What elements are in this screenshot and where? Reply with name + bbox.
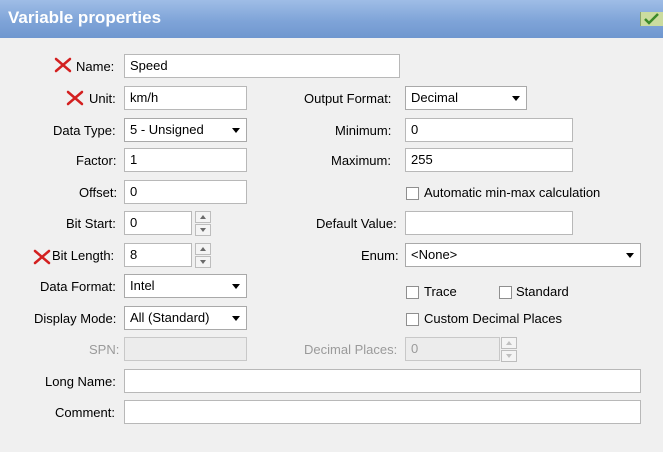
data-format-select[interactable]: Intel [124,274,247,298]
data-format-value: Intel [130,278,155,293]
factor-label: Factor: [76,153,117,168]
auto-minmax-checkbox[interactable] [406,187,419,200]
unit-label: Unit: [89,91,116,106]
output-format-select[interactable]: Decimal [405,86,527,110]
chevron-down-icon [626,253,634,258]
bit-length-input[interactable]: 8 [124,243,192,267]
red-x-icon [54,57,72,73]
chevron-down-icon [232,284,240,289]
offset-input[interactable]: 0 [124,180,247,204]
red-x-icon [33,249,51,265]
trace-label: Trace [424,284,457,299]
trace-checkbox[interactable] [406,286,419,299]
stepper-up-button [501,337,517,349]
maximum-label: Maximum: [331,153,391,168]
default-value-input[interactable] [405,211,573,235]
data-type-select[interactable]: 5 - Unsigned [124,118,247,142]
enum-select[interactable]: <None> [405,243,641,267]
spn-input [124,337,247,361]
factor-input[interactable]: 1 [124,148,247,172]
offset-label: Offset: [79,185,118,200]
stepper-up-button[interactable] [195,211,211,223]
output-format-label: Output Format: [304,91,392,106]
custom-decimal-checkbox[interactable] [406,313,419,326]
comment-input[interactable] [124,400,641,424]
enum-value: <None> [411,247,458,262]
data-type-value: 5 - Unsigned [130,122,204,137]
data-type-label: Data Type: [53,123,116,138]
chevron-down-icon [232,316,240,321]
properties-form: Name: Speed Unit: km/h Output Format: De… [0,38,663,452]
bit-start-label: Bit Start: [66,216,116,231]
minimum-label: Minimum: [335,123,392,138]
display-mode-value: All (Standard) [130,310,210,325]
decimal-places-input: 0 [405,337,500,361]
default-value-label: Default Value: [316,216,397,231]
display-mode-select[interactable]: All (Standard) [124,306,247,330]
red-x-icon [66,90,84,106]
decimal-places-stepper [501,337,517,363]
stepper-down-button[interactable] [195,224,211,236]
comment-label: Comment: [55,405,115,420]
chevron-down-icon [512,96,520,101]
window-title: Variable properties [8,8,162,27]
display-mode-label: Display Mode: [34,311,117,326]
data-format-label: Data Format: [40,279,116,294]
bit-length-stepper[interactable] [195,243,211,269]
standard-checkbox[interactable] [499,286,512,299]
long-name-input[interactable] [124,369,641,393]
enum-label: Enum: [361,248,399,263]
stepper-down-button[interactable] [195,256,211,268]
auto-minmax-label: Automatic min-max calculation [424,185,601,200]
unit-input[interactable]: km/h [124,86,247,110]
standard-label: Standard [516,284,569,299]
green-check-icon[interactable] [640,12,663,26]
bit-start-input[interactable]: 0 [124,211,192,235]
minimum-input[interactable]: 0 [405,118,573,142]
decimal-places-label: Decimal Places: [304,342,398,357]
bit-length-label: Bit Length: [52,248,115,263]
title-bar: Variable properties [0,0,663,38]
spn-label: SPN: [89,342,120,357]
maximum-input[interactable]: 255 [405,148,573,172]
chevron-down-icon [232,128,240,133]
stepper-up-button[interactable] [195,243,211,255]
bit-start-stepper[interactable] [195,211,211,237]
name-input[interactable]: Speed [124,54,400,78]
custom-decimal-label: Custom Decimal Places [424,311,562,326]
output-format-value: Decimal [411,90,458,105]
long-name-label: Long Name: [45,374,116,389]
stepper-down-button [501,350,517,362]
name-label: Name: [76,59,115,74]
